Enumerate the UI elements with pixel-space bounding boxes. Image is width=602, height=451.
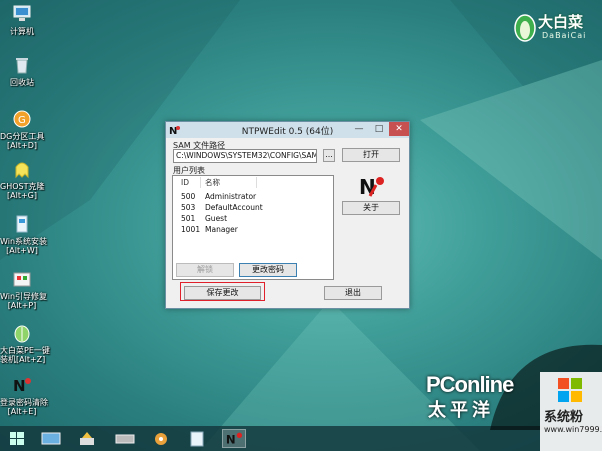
win7999-watermark: 系统粉 www.win7999.com [540,372,602,451]
close-button[interactable]: ✕ [389,122,409,136]
column-header-id[interactable]: ID [177,177,201,188]
desktop-icon-recycle-bin[interactable]: 回收站 [0,54,44,87]
desktop-icon-label: Win引导修复 [0,292,48,301]
unlock-button[interactable]: 解锁 [176,263,234,277]
desktop-icon-label: 大白菜PE一键 [0,346,50,355]
user-name: Guest [205,214,228,223]
password-clear-icon: N [13,377,31,395]
sam-path-input[interactable]: C:\WINDOWS\SYSTEM32\CONFIG\SAM [173,149,317,163]
desktop-icon-partition-tool[interactable]: G DG分区工具 [Alt+D] [0,108,44,150]
tools-taskbar-icon[interactable] [76,429,98,448]
svg-text:N: N [226,432,236,446]
desktop-icon-boot-repair[interactable]: Win引导修复 [Alt+P] [0,268,48,310]
desktop-icon-label: Win系统安装 [0,237,48,246]
desktop-icon-label: 计算机 [10,27,34,36]
desktop-icon-computer[interactable]: 计算机 [0,3,44,36]
user-name: Manager [205,225,238,234]
user-row[interactable]: 1001 Manager [173,224,331,235]
change-password-button[interactable]: 更改密码 [239,263,297,277]
desktop-icon-shortcut: [Alt+D] [7,141,37,150]
boot-repair-icon [13,272,31,287]
ntpwedit-window: N NTPWEdit 0.5 (64位) — □ ✕ SAM 文件路径 C:\W… [165,121,410,309]
dabaicai-logo: 大白菜 DaBaiCai [512,8,596,46]
svg-text:G: G [18,115,26,126]
column-header-name[interactable]: 名称 [201,177,257,188]
start-windows-icon[interactable] [6,429,28,448]
pconline-cn-text: 太平洋 [428,400,494,421]
desktop-icon-label: GHOST克隆 [0,182,45,191]
site-url: www.win7999.com [544,425,602,434]
cabbage-logo-icon [514,14,536,42]
computer-icon [13,5,31,21]
open-button[interactable]: 打开 [342,148,400,162]
settings-taskbar-icon[interactable] [150,429,172,448]
desktop-taskbar-icon[interactable] [40,429,62,448]
ntpwedit-logo-icon: N [359,175,384,199]
user-id: 503 [181,203,196,212]
pconline-text: PConline [426,372,514,397]
desktop-icon-label: 回收站 [10,78,34,87]
desktop-icon-label: 登录密码清除 [0,398,48,407]
browse-button[interactable]: ... [323,149,335,162]
desktop-icon-shortcut: [Alt+W] [6,246,38,255]
user-name: DefaultAccount [205,203,263,212]
win-install-icon [16,215,28,233]
windows-logo-icon [558,378,582,402]
ghost-icon [15,162,29,179]
highlight-annotation [180,282,265,301]
user-id: 1001 [181,225,201,234]
exit-button[interactable]: 退出 [324,286,382,300]
about-button[interactable]: 关于 [342,201,400,215]
dabaicai-install-icon [14,325,30,343]
user-id: 501 [181,214,196,223]
user-name: Administrator [205,192,257,201]
user-id: 500 [181,192,196,201]
minimize-button[interactable]: — [349,122,369,136]
notes-taskbar-icon[interactable] [186,429,208,448]
site-name: 系统粉 [544,410,584,425]
maximize-button[interactable]: □ [369,122,389,136]
user-row[interactable]: 501 Guest [173,213,331,224]
desktop-icon-dabaicai-install[interactable]: 大白菜PE一键 装机[Alt+Z] [0,322,50,364]
desktop-icon-password-clear[interactable]: N 登录密码清除 [Alt+E] [0,374,48,416]
brand-name: 大白菜 [538,13,584,31]
user-row[interactable]: 500 Administrator [173,191,331,202]
recycle-bin-icon [16,58,28,74]
desktop-icon-label: DG分区工具 [0,132,45,141]
desktop-icon-shortcut: 装机[Alt+Z] [0,355,46,364]
desktop-icon-shortcut: [Alt+P] [7,301,37,310]
desktop-icon-win-install[interactable]: Win系统安装 [Alt+W] [0,213,48,255]
user-row[interactable]: 503 DefaultAccount [173,202,331,213]
partition-tool-icon: G [13,110,31,128]
title-bar[interactable]: N NTPWEdit 0.5 (64位) — □ ✕ [166,122,409,138]
svg-text:N: N [13,377,26,395]
disk-taskbar-icon[interactable] [114,429,136,448]
ntpwedit-taskbar-icon[interactable]: N [222,429,246,448]
desktop-icon-shortcut: [Alt+G] [7,191,37,200]
desktop-icon-shortcut: [Alt+E] [7,407,37,416]
brand-subtitle: DaBaiCai [542,31,587,40]
desktop-icon-ghost[interactable]: GHOST克隆 [Alt+G] [0,158,44,200]
